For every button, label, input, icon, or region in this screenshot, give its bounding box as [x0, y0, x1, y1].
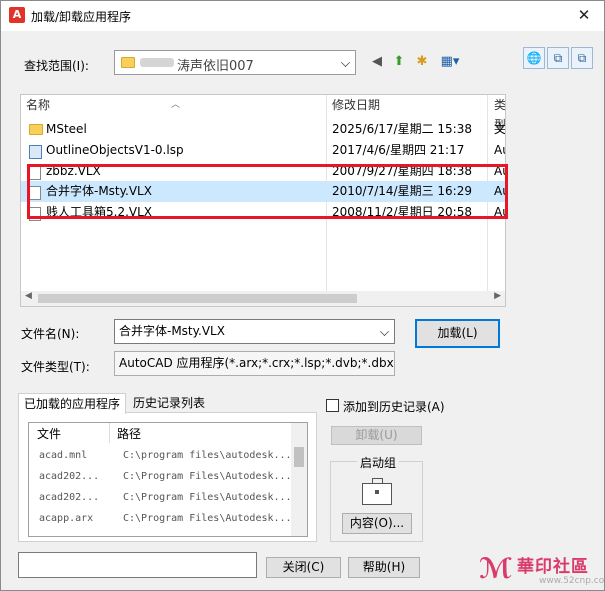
- file-date: 2017/4/6/星期四 21:17: [332, 143, 465, 157]
- add-history-label[interactable]: 添加到历史记录(A): [343, 398, 445, 415]
- app-path: C:\Program Files\Autodesk...: [123, 492, 292, 503]
- tab-loaded-apps[interactable]: 已加载的应用程序: [18, 393, 126, 414]
- contents-button[interactable]: 内容(O)...: [342, 513, 412, 534]
- scrollbar-thumb[interactable]: [38, 294, 357, 303]
- startup-group-title: 启动组: [357, 454, 400, 471]
- briefcase-icon[interactable]: [362, 478, 392, 505]
- file-type: 文: [494, 122, 506, 136]
- tab-history-list[interactable]: 历史记录列表: [127, 394, 211, 413]
- horizontal-scrollbar[interactable]: ◀ ▶: [21, 291, 505, 306]
- app-file: acad202...: [39, 492, 100, 503]
- lookin-value: 涛声依旧007: [177, 59, 254, 74]
- file-type: Au: [494, 143, 505, 157]
- close-button[interactable]: 关闭(C): [266, 557, 341, 578]
- status-field: [18, 552, 257, 578]
- folder-icon: [29, 124, 43, 135]
- watermark-logo-icon: ℳ: [479, 552, 513, 585]
- help-button[interactable]: 帮助(H): [348, 557, 420, 578]
- load-unload-dialog: A 加载/卸载应用程序 ✕ 查找范围(I): 涛声依旧007 ◀ ⬆ ✱ ▦▾ …: [0, 0, 605, 591]
- web-search-icon[interactable]: 🌐: [523, 47, 545, 69]
- add-history-checkbox[interactable]: [326, 399, 339, 412]
- app-path: C:\program files\autodesk...: [123, 450, 292, 461]
- loaded-apps-list[interactable]: 文件 路径 acad.mnl C:\program files\autodesk…: [28, 422, 308, 537]
- add-folder-icon[interactable]: ⧉: [571, 47, 593, 69]
- up-folder-icon[interactable]: ⬆: [389, 53, 409, 71]
- vertical-scrollbar[interactable]: [291, 423, 307, 536]
- lookin-dropdown[interactable]: 涛声依旧007: [114, 50, 356, 75]
- lookin-label: 查找范围(I):: [24, 59, 89, 73]
- column-header-name[interactable]: 名称: [26, 95, 50, 115]
- back-icon[interactable]: ◀: [367, 53, 387, 71]
- filetype-combo[interactable]: AutoCAD 应用程序(*.arx;*.crx;*.lsp;*.dvb;*.d…: [114, 351, 395, 376]
- file-row[interactable]: OutlineObjectsV1-0.lsp 2017/4/6/星期四 21:1…: [21, 140, 505, 161]
- filename-combo[interactable]: 合并字体-Msty.VLX: [114, 319, 395, 344]
- loaded-app-row[interactable]: acad202... C:\Program Files\Autodesk...: [29, 487, 293, 508]
- new-folder-icon[interactable]: ✱: [412, 53, 432, 71]
- app-path: C:\Program Files\Autodesk...: [123, 513, 292, 524]
- app-file: acad202...: [39, 471, 100, 482]
- watermark-text: 華印社區: [517, 557, 589, 577]
- chevron-down-icon: [380, 327, 389, 336]
- file-date: 2025/6/17/星期二 15:38: [332, 122, 472, 136]
- lsp-file-icon: [29, 145, 42, 159]
- filetype-value: AutoCAD 应用程序(*.arx;*.crx;*.lsp;*.dvb;*.d…: [119, 356, 394, 370]
- file-name: OutlineObjectsV1-0.lsp: [46, 143, 184, 157]
- close-icon[interactable]: ✕: [574, 5, 594, 25]
- loaded-app-row[interactable]: acad.mnl C:\program files\autodesk...: [29, 445, 293, 466]
- column-header-type[interactable]: 类型: [494, 95, 505, 132]
- loaded-app-row[interactable]: acad202... C:\Program Files\Autodesk...: [29, 466, 293, 487]
- app-path: C:\Program Files\Autodesk...: [123, 471, 292, 482]
- watermark: ℳ 華印社區 www.52cnp.com: [479, 550, 605, 590]
- window-title: 加载/卸载应用程序: [31, 10, 132, 24]
- loaded-apps-panel: 文件 路径 acad.mnl C:\program files\autodesk…: [18, 412, 317, 542]
- app-file: acad.mnl: [39, 450, 88, 461]
- filename-label: 文件名(N):: [21, 327, 80, 341]
- loaded-app-row[interactable]: acapp.arx C:\Program Files\Autodesk...: [29, 508, 293, 529]
- chevron-down-icon: [341, 58, 350, 67]
- filetype-label: 文件类型(T):: [21, 360, 90, 374]
- watermark-url: www.52cnp.com: [539, 576, 605, 586]
- add-favorite-icon[interactable]: ⧉: [547, 47, 569, 69]
- autocad-app-icon: A: [9, 7, 25, 23]
- column-header-file[interactable]: 文件: [37, 425, 61, 443]
- file-name: MSteel: [46, 122, 87, 136]
- scroll-left-icon[interactable]: ◀: [25, 291, 32, 301]
- title-bar: A 加载/卸载应用程序 ✕: [1, 1, 604, 31]
- unload-button[interactable]: 卸载(U): [331, 426, 422, 445]
- load-button[interactable]: 加载(L): [415, 319, 500, 348]
- column-header-path[interactable]: 路径: [117, 425, 141, 443]
- column-header-date[interactable]: 修改日期: [332, 95, 380, 115]
- highlight-annotation-box: [27, 164, 508, 219]
- obscured-path: [140, 58, 174, 67]
- views-menu-icon[interactable]: ▦▾: [437, 53, 463, 71]
- app-file: acapp.arx: [39, 513, 94, 524]
- sort-ascending-icon: ︿: [171, 100, 181, 110]
- filename-value: 合并字体-Msty.VLX: [119, 324, 225, 338]
- file-row[interactable]: MSteel 2025/6/17/星期二 15:38 文: [21, 119, 505, 140]
- scrollbar-thumb[interactable]: [294, 447, 304, 467]
- scroll-right-icon[interactable]: ▶: [494, 291, 501, 301]
- startup-group: 启动组 内容(O)...: [330, 454, 423, 542]
- folder-icon: [121, 57, 135, 68]
- column-divider: [109, 423, 110, 443]
